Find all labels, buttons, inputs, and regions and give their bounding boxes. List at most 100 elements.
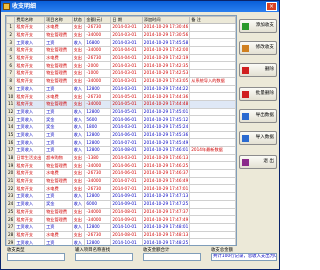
- table-cell: 2014-07-01: [110, 138, 143, 147]
- table-cell: [189, 184, 236, 194]
- table-row[interactable]: 5 租房开支 水电费 支出 -26730 2014-04-01 2014-10-29 17:…: [6, 53, 236, 63]
- table-cell: 2014-10-29 17:46:13: [141, 153, 191, 163]
- table-row[interactable]: 21 租房开支 物业管理费 支出 -34000 2014-07-01 2014-10-29 …: [6, 176, 236, 186]
- table-cell: 2014-10-29 17:43:05: [141, 76, 191, 86]
- column-header[interactable]: 状态: [71, 16, 86, 24]
- table-row[interactable]: 1 租房开支 水电费 支出 -26730 2014-03-01 2014-10-29 17:…: [6, 23, 236, 32]
- table-row[interactable]: 20 租房开支 水电费 支出 -26730 2014-06-01 2014-10-29 17…: [6, 169, 236, 178]
- table-cell: 2014-10-29 17:45:49: [141, 138, 191, 147]
- table-cell: -26730: [84, 53, 112, 63]
- column-header[interactable]: 金额(元): [84, 16, 112, 24]
- import-icon: [242, 135, 249, 142]
- table-cell: 租房开支: [14, 53, 46, 63]
- table-row[interactable]: 4 租房开支 物业管理费 支出 -34000 2014-04-01 2014-10-29 1…: [6, 46, 236, 55]
- button-label: 删除: [264, 67, 274, 72]
- column-header[interactable]: 添加时间: [141, 16, 191, 24]
- table-row[interactable]: 12 工资收入 工资 收入 12800 2014-05-01 2014-10-29 17:4…: [6, 107, 236, 117]
- table-cell: 水电费: [44, 92, 73, 101]
- close-button[interactable]: ×: [266, 2, 277, 11]
- search-input[interactable]: [75, 253, 133, 261]
- table-row[interactable]: 27 工资收入 工资 收入 12800 2014-10-01 2014-10-29 17:4…: [6, 222, 236, 232]
- column-header[interactable]: 项目名称: [44, 16, 73, 24]
- table-cell: 2014-10-29 17:42:00: [141, 46, 191, 55]
- table-cell: 收入: [71, 107, 86, 117]
- table-cell: -34000: [84, 30, 112, 40]
- type-select[interactable]: [7, 253, 65, 261]
- table-row[interactable]: 7 租房开支 物业管理费 支出 -1000 2014-03-01 2014-10-29 17…: [6, 69, 236, 78]
- table-cell: 支出: [71, 230, 86, 240]
- app-icon: [3, 3, 10, 10]
- table-cell: 2014-10-29 17:42:19: [141, 53, 191, 63]
- table-cell: 2014-10-29 17:42:53: [141, 69, 191, 78]
- table-cell: 2014-08-01: [110, 146, 143, 155]
- export-button[interactable]: 导出数据: [239, 109, 277, 123]
- table-cell: -34000: [84, 207, 112, 217]
- table-cell: 2014-10-29 17:46:49: [141, 176, 191, 186]
- row-number: 5: [6, 53, 16, 63]
- row-number: 27: [6, 222, 16, 232]
- table-row[interactable]: 14 工资收入 奖金 收入 1800 2014-03-01 2014-10-29 17:45…: [6, 122, 236, 132]
- table-cell: -34000: [84, 99, 112, 109]
- table-row[interactable]: 23 工资收入 工资 收入 12800 2014-09-01 2014-10-29 17:4…: [6, 192, 236, 201]
- table-row[interactable]: 17 工资收入 工资 收入 12800 2014-08-01 2014-10-29 17:4…: [6, 146, 236, 155]
- table-cell: 工资收入: [14, 38, 46, 48]
- row-number: 19: [6, 161, 16, 171]
- delete-icon: [242, 67, 249, 74]
- table-cell: 工资收入: [14, 199, 46, 209]
- records-table[interactable]: 费用名称 项目名称 状态 金额(元) 日 期 添加时间 备 注 1 租房开支 水电费…: [5, 15, 237, 246]
- table-row[interactable]: 3 工资收入 工资 收入 16800 2014-03-01 2014-10-29 17:45…: [6, 38, 236, 48]
- table-row[interactable]: 13 工资收入 奖金 收入 5600 2014-06-01 2014-10-29 17:45…: [6, 115, 236, 124]
- table-row[interactable]: 25 租房开支 物业管理费 支出 -34000 2014-08-01 2014-10-29 …: [6, 207, 236, 217]
- table-cell: [189, 30, 236, 40]
- table-row[interactable]: 22 租房开支 水电费 支出 -26730 2014-07-01 2014-10-29 17…: [6, 184, 236, 194]
- table-cell: 2014-10-29 17:45:01: [141, 107, 191, 117]
- column-header[interactable]: 备 注: [189, 16, 236, 24]
- table-cell: 2014-10-29 17:47:37: [141, 207, 191, 217]
- table-cell: 租房开支: [14, 69, 46, 78]
- table-row[interactable]: 8 租房开支 物业管理费 支出 -34000 2014-03-01 2014-10-29 1…: [6, 76, 236, 86]
- table-cell: 2014-10-29 17:42:35: [141, 61, 191, 71]
- table-cell: 工资: [44, 238, 73, 245]
- table-cell: 支出: [71, 161, 86, 171]
- summary-bar: 收支类型 输入项目名称查找 收支金额合计 收支总金额 共计100行记录，总收入支…: [5, 247, 277, 269]
- table-row[interactable]: 28 租房开支 水电费 支出 -26730 2014-08-01 2014-10-29 17…: [6, 230, 236, 240]
- column-header[interactable]: 日 期: [110, 16, 143, 24]
- table-row[interactable]: 11 租房开支 物业管理费 支出 -34000 2014-05-01 2014-10-29 …: [6, 99, 236, 109]
- table-cell: -34000: [84, 215, 112, 224]
- column-header[interactable]: 费用名称: [14, 16, 46, 24]
- table-cell: [189, 199, 236, 209]
- table-row[interactable]: 24 工资收入 奖金 收入 6000 2014-09-01 2014-10-29 17:47…: [6, 199, 236, 209]
- export-icon: [242, 113, 249, 120]
- table-row[interactable]: 6 租房开支 物业管理费 支出 -2000 2014-03-01 2014-10-29 17…: [6, 61, 236, 71]
- edit-record-button[interactable]: 修改收支: [239, 41, 277, 55]
- delete-button[interactable]: 删除: [239, 63, 277, 77]
- table-cell: 租房开支: [14, 76, 46, 86]
- table-cell: -34000: [84, 76, 112, 86]
- row-number: 16: [6, 138, 16, 147]
- row-number: 17: [6, 146, 16, 155]
- table-row[interactable]: 10 租房开支 水电费 支出 -26730 2014-05-01 2014-10-29 17…: [6, 92, 236, 101]
- import-button[interactable]: 导入数据: [239, 131, 277, 145]
- row-number-header: [6, 16, 16, 24]
- table-row[interactable]: 29 工资收入 工资 收入 12800 2014-10-01 2014-10-29 17:4…: [6, 238, 236, 245]
- table-row[interactable]: 19 租房开支 物业管理费 支出 -34000 2014-06-01 2014-10-29 …: [6, 161, 236, 171]
- table-row[interactable]: 18 日常生活支出 超市购物 支出 -1380 2014-03-01 2014-10-29 …: [6, 153, 236, 163]
- table-cell: 支出: [71, 92, 86, 101]
- table-cell: 2014-03-01: [110, 61, 143, 71]
- table-row[interactable]: 16 工资收入 工资 收入 12800 2014-07-01 2014-10-29 17:4…: [6, 138, 236, 147]
- table-cell: 16800: [84, 38, 112, 48]
- table-row[interactable]: 15 工资收入 工资 收入 12800 2014-06-01 2014-10-29 17:4…: [6, 130, 236, 140]
- table-cell: [189, 207, 236, 217]
- table-cell: 工资收入: [14, 84, 46, 94]
- add-record-button[interactable]: 添加收支: [239, 19, 277, 33]
- table-cell: 2014-05-01: [110, 92, 143, 101]
- table-cell: 租房开支: [14, 99, 46, 109]
- table-row[interactable]: 26 租房开支 物业管理费 支出 -34000 2014-09-01 2014-10-29 …: [6, 215, 236, 224]
- table-row[interactable]: 9 工资收入 工资 收入 12800 2014-03-01 2014-10-29 17:44…: [6, 84, 236, 94]
- batch-delete-button[interactable]: 批量删除: [239, 87, 277, 101]
- exit-button[interactable]: 退 出: [239, 155, 277, 169]
- window-title: 收支明细: [12, 3, 37, 10]
- table-cell: [189, 38, 236, 48]
- table-cell: 工资收入: [14, 222, 46, 232]
- table-row[interactable]: 2 租房开支 物业管理费 支出 -34000 2014-03-01 2014-10-29 1…: [6, 30, 236, 40]
